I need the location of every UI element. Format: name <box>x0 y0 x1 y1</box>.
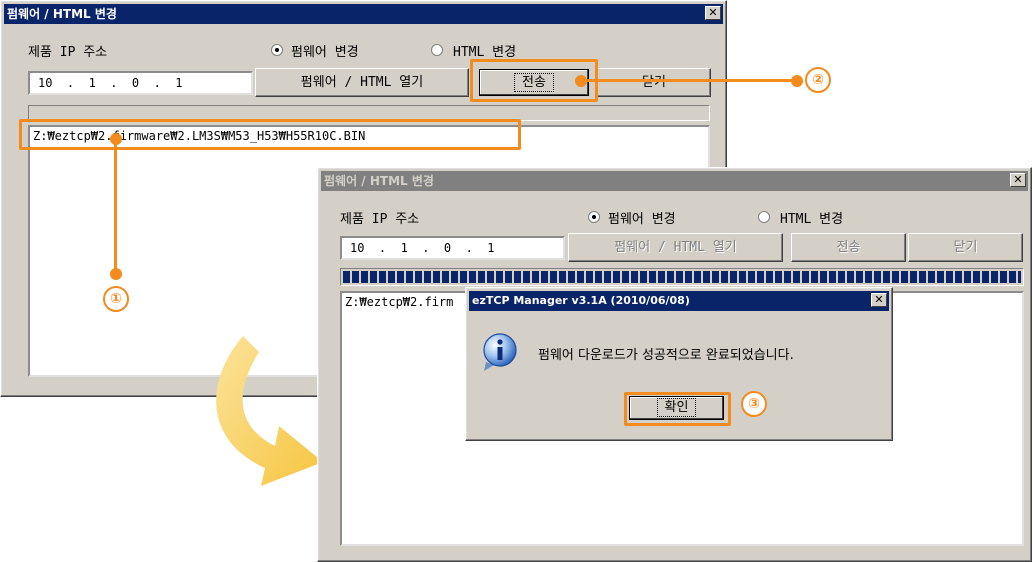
back-radio-html[interactable] <box>431 44 443 56</box>
dialog-titlebar[interactable]: ezTCP Manager v3.1A (2010/06/08) ✕ <box>469 291 889 311</box>
transition-arrow-icon <box>216 336 323 486</box>
annotation-dot-2b <box>791 75 803 87</box>
front-radio-html[interactable] <box>758 211 770 223</box>
front-window-close-icon[interactable]: ✕ <box>1010 173 1026 187</box>
front-progress-fill <box>343 271 1021 283</box>
back-window-title: 펌웨어 / HTML 변경 <box>7 7 117 21</box>
info-icon <box>483 333 517 371</box>
back-ip-label: 제품 IP 주소 <box>28 45 108 60</box>
front-ip-label: 제품 IP 주소 <box>340 212 420 227</box>
back-open-button[interactable]: 펌웨어 / HTML 열기 <box>255 68 469 97</box>
front-file-path: Z:₩eztcp₩2.firm <box>345 295 454 309</box>
dialog-message: 펌웨어 다운로드가 성공적으로 완료되었습니다. <box>538 348 794 363</box>
annotation-dot-1b <box>110 268 122 280</box>
front-send-button[interactable]: 전송 <box>791 233 906 262</box>
annotation-box-3 <box>624 392 731 426</box>
annotation-step-2: ② <box>805 67 831 93</box>
front-radio-firmware-label: 펌웨어 변경 <box>608 212 676 227</box>
front-ip-input[interactable]: 10 . 1 . 0 . 1 <box>340 236 565 260</box>
front-close-button-label: 닫기 <box>953 240 978 255</box>
dialog-close-icon[interactable]: ✕ <box>871 293 887 307</box>
back-open-button-label: 펌웨어 / HTML 열기 <box>300 75 424 90</box>
back-window-titlebar[interactable]: 펌웨어 / HTML 변경 ✕ <box>4 4 723 24</box>
front-progress-bar <box>340 268 1024 286</box>
back-radio-html-label: HTML 변경 <box>453 45 517 60</box>
front-close-button[interactable]: 닫기 <box>908 233 1023 262</box>
back-close-button[interactable]: 닫기 <box>597 68 711 97</box>
front-window-title: 펌웨어 / HTML 변경 <box>324 174 434 188</box>
back-ip-input[interactable]: 10 . 1 . 0 . 1 <box>28 71 253 95</box>
annotation-step-3: ③ <box>741 391 767 417</box>
front-send-button-label: 전송 <box>836 240 861 255</box>
front-radio-firmware[interactable] <box>588 211 600 223</box>
annotation-line-2 <box>580 79 795 82</box>
front-open-button-label: 펌웨어 / HTML 열기 <box>614 240 737 255</box>
annotation-box-1 <box>19 119 521 150</box>
annotation-step-1: ① <box>103 286 129 312</box>
back-radio-firmware-label: 펌웨어 변경 <box>291 45 359 60</box>
back-window-close-icon[interactable]: ✕ <box>705 6 721 20</box>
back-close-button-label: 닫기 <box>642 75 666 90</box>
front-open-button[interactable]: 펌웨어 / HTML 열기 <box>568 233 783 262</box>
annotation-line-1 <box>114 140 117 275</box>
back-radio-firmware[interactable] <box>271 44 283 56</box>
dialog-title: ezTCP Manager v3.1A (2010/06/08) <box>472 294 690 307</box>
front-window-titlebar[interactable]: 펌웨어 / HTML 변경 ✕ <box>321 171 1028 191</box>
front-radio-html-label: HTML 변경 <box>780 212 844 227</box>
